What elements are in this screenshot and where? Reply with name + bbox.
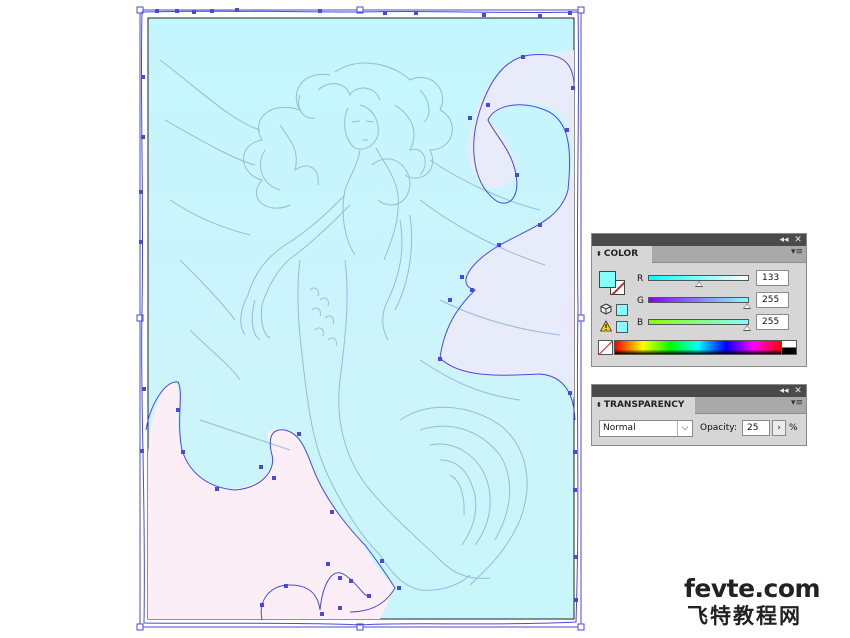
opacity-slider-button[interactable]: ›	[772, 420, 786, 436]
channel-slider-g[interactable]	[648, 297, 749, 303]
panel-menu-icon[interactable]: ▾≡	[791, 398, 803, 408]
watermark-site-name: 飞特教程网	[687, 604, 802, 628]
channel-thumb-r[interactable]	[695, 281, 704, 287]
channel-slider-b[interactable]	[648, 319, 749, 325]
opacity-input[interactable]: 25	[742, 420, 770, 436]
color-panel: ◂◂ ✕ ⬍ COLOR ▾≡ R 133 G 255 B 255	[591, 233, 807, 367]
transparency-panel: ◂◂ ✕ ⬍ TRANSPARENCY ▾≡ Normal ⌵ Opacity: …	[591, 384, 807, 446]
panel-menu-icon[interactable]: ▾≡	[791, 247, 803, 257]
color-panel-tabrow: ⬍ COLOR ▾≡	[592, 246, 806, 263]
collapse-icon[interactable]: ◂◂	[778, 385, 790, 397]
channel-thumb-b[interactable]	[743, 325, 751, 331]
none-color-icon[interactable]	[598, 340, 613, 355]
transparency-tab-label: TRANSPARENCY	[603, 400, 685, 410]
opacity-value: 25	[747, 423, 759, 433]
fill-swatch[interactable]	[599, 271, 616, 288]
black-white-swatch[interactable]	[781, 340, 797, 355]
chevron-down-icon[interactable]: ⌵	[677, 421, 692, 436]
collapse-icon[interactable]: ◂◂	[778, 234, 790, 246]
opacity-unit: %	[789, 423, 798, 433]
channel-thumb-g[interactable]	[743, 303, 751, 309]
out-of-web-gamut-cube-icon[interactable]	[600, 303, 612, 315]
out-of-gamut-warning-icon[interactable]	[600, 320, 612, 332]
transparency-panel-tabrow: ⬍ TRANSPARENCY ▾≡	[592, 397, 806, 414]
transparency-panel-titlebar[interactable]: ◂◂ ✕	[592, 385, 806, 397]
blend-mode-select[interactable]: Normal ⌵	[599, 420, 693, 437]
close-icon[interactable]: ✕	[792, 385, 804, 397]
color-spectrum-ramp[interactable]	[614, 340, 782, 355]
channel-value-g[interactable]: 255	[756, 292, 789, 308]
channel-value-b[interactable]: 255	[756, 314, 789, 330]
color-panel-titlebar[interactable]: ◂◂ ✕	[592, 234, 806, 246]
close-icon[interactable]: ✕	[792, 234, 804, 246]
channel-label-g: G	[637, 296, 644, 306]
color-tab-label: COLOR	[603, 249, 639, 259]
web-safe-color-swatch[interactable]	[616, 304, 628, 316]
channel-label-b: B	[637, 318, 644, 328]
tab-color[interactable]: ⬍ COLOR	[592, 246, 652, 263]
blend-mode-value: Normal	[603, 423, 636, 433]
channel-label-r: R	[637, 274, 644, 284]
channel-value-r[interactable]: 133	[756, 270, 789, 286]
tab-resize-arrows-icon[interactable]: ⬍	[596, 250, 602, 258]
opacity-label: Opacity:	[700, 423, 737, 433]
watermark-domain: fevte.com	[684, 574, 821, 603]
tab-resize-arrows-icon[interactable]: ⬍	[596, 401, 602, 409]
in-gamut-color-swatch[interactable]	[616, 321, 628, 333]
tab-transparency[interactable]: ⬍ TRANSPARENCY	[592, 397, 695, 414]
